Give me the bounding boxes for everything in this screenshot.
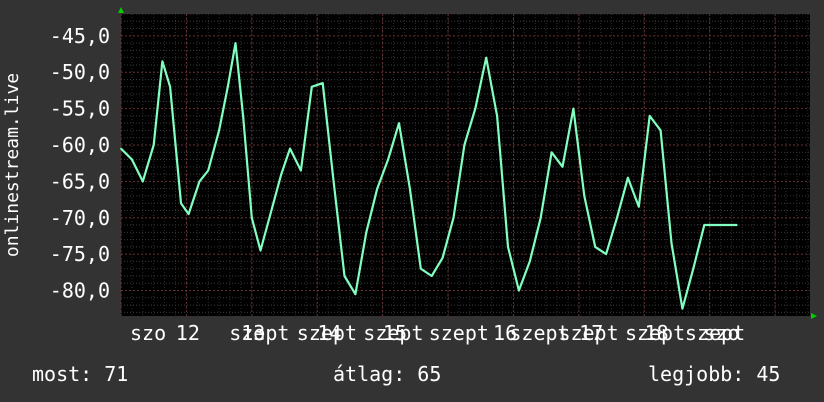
x-tick-label: szept bbox=[429, 321, 489, 345]
x-tick-label: 15 bbox=[383, 321, 407, 345]
data-point bbox=[387, 158, 389, 161]
data-point bbox=[627, 176, 629, 179]
data-point bbox=[430, 275, 433, 277]
data-point bbox=[242, 115, 244, 117]
data-point bbox=[681, 307, 684, 310]
y-axis-tick-labels: -45,0 -50,0 -55,0 -60,0 -65,0 -70,0 -75,0 -80,0 bbox=[50, 24, 110, 303]
stat-best: legjobb: 45 bbox=[648, 362, 781, 386]
stat-average: átlag: 65 bbox=[333, 362, 442, 386]
data-point bbox=[161, 60, 164, 63]
data-point bbox=[311, 86, 313, 88]
data-point bbox=[354, 293, 357, 296]
data-point bbox=[616, 217, 618, 219]
data-point bbox=[441, 257, 444, 259]
data-point bbox=[659, 129, 662, 132]
x-tick-label: 17 bbox=[579, 321, 603, 345]
data-point bbox=[736, 224, 738, 226]
plot-area bbox=[121, 14, 810, 316]
data-point bbox=[605, 253, 607, 255]
data-point bbox=[583, 195, 586, 197]
data-point bbox=[539, 217, 542, 219]
y-tick-label: -70,0 bbox=[50, 206, 110, 230]
data-point bbox=[169, 86, 171, 88]
data-point bbox=[259, 249, 262, 252]
data-point bbox=[398, 122, 400, 124]
data-point bbox=[703, 224, 706, 226]
y-tick-label: -60,0 bbox=[50, 133, 110, 157]
data-point bbox=[485, 56, 488, 59]
data-point bbox=[270, 209, 273, 212]
data-point bbox=[714, 224, 716, 226]
line-chart: -45,0 -50,0 -55,0 -60,0 -65,0 -70,0 -75,0 -80,0… bbox=[2, 7, 817, 345]
x-tick-label: 18 bbox=[645, 321, 669, 345]
x-tick-label: szo bbox=[130, 321, 166, 345]
data-point bbox=[332, 180, 335, 183]
data-point bbox=[725, 224, 727, 226]
data-point bbox=[594, 246, 596, 248]
data-point bbox=[227, 86, 229, 88]
x-axis-tick-labels: szo 12 szept13 szept14 szept15 szept 16szeptsz… bbox=[130, 321, 745, 345]
data-point bbox=[420, 267, 422, 270]
x-axis-arrow bbox=[811, 313, 817, 319]
data-point bbox=[142, 180, 144, 183]
y-tick-label: -65,0 bbox=[50, 169, 110, 193]
x-tick-label: 14 bbox=[318, 321, 342, 345]
data-point bbox=[343, 275, 346, 277]
x-tick-label: 12 bbox=[176, 321, 200, 345]
data-point bbox=[198, 180, 201, 183]
y-tick-label: -55,0 bbox=[50, 97, 110, 121]
data-point bbox=[120, 147, 122, 150]
y-axis-arrow bbox=[118, 7, 124, 13]
y-tick-label: -45,0 bbox=[50, 24, 110, 48]
data-point bbox=[496, 115, 498, 117]
data-point bbox=[321, 82, 324, 84]
data-point bbox=[251, 217, 253, 219]
x-tick-label: szo bbox=[703, 321, 739, 345]
data-point bbox=[180, 202, 182, 204]
data-point bbox=[376, 187, 379, 190]
data-point bbox=[187, 213, 190, 215]
stat-current: most: 71 bbox=[32, 362, 129, 386]
data-point bbox=[365, 231, 368, 234]
data-point bbox=[561, 166, 564, 168]
data-point bbox=[550, 151, 553, 154]
y-tick-label: -75,0 bbox=[50, 242, 110, 266]
data-point bbox=[463, 144, 466, 146]
data-point bbox=[218, 129, 220, 132]
data-point bbox=[131, 158, 133, 161]
x-tick-label: 13 bbox=[241, 321, 265, 345]
data-point bbox=[234, 42, 237, 44]
data-point bbox=[409, 187, 411, 190]
data-point bbox=[518, 289, 520, 292]
data-point bbox=[280, 173, 283, 175]
data-point bbox=[638, 206, 640, 208]
data-point bbox=[207, 169, 209, 172]
data-point bbox=[300, 169, 302, 172]
data-point bbox=[670, 242, 673, 244]
data-point bbox=[507, 246, 509, 248]
data-point bbox=[529, 260, 531, 263]
data-point bbox=[289, 147, 291, 150]
data-point bbox=[452, 217, 455, 219]
y-tick-label: -50,0 bbox=[50, 60, 110, 84]
y-axis-label: onlinestream.live bbox=[2, 73, 23, 257]
data-point bbox=[152, 144, 155, 146]
data-point bbox=[648, 115, 651, 117]
y-tick-label: -80,0 bbox=[50, 279, 110, 303]
data-point bbox=[474, 107, 477, 110]
data-point bbox=[692, 267, 695, 270]
data-point bbox=[572, 107, 575, 110]
